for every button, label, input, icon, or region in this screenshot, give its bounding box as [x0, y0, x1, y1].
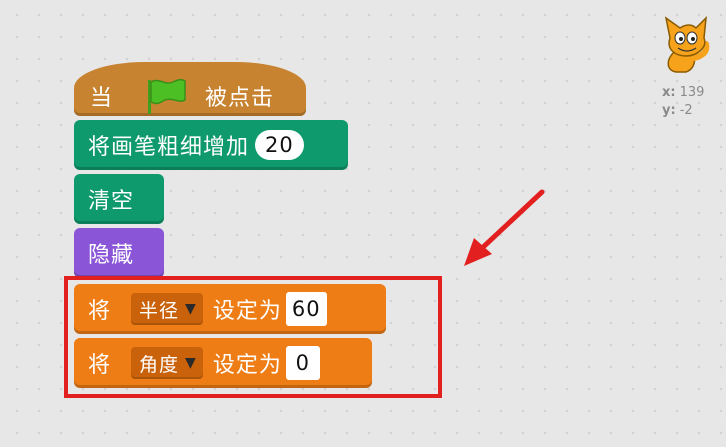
- clear-label: 清空: [88, 189, 135, 214]
- when-label: 当: [90, 86, 114, 111]
- hide-block[interactable]: 隐藏: [74, 228, 164, 278]
- hide-label: 隐藏: [88, 243, 135, 268]
- red-arrow-icon: [464, 189, 545, 266]
- x-label: x:: [662, 85, 676, 100]
- clicked-label: 被点击: [205, 86, 275, 111]
- y-value: -2: [679, 103, 693, 118]
- when-flag-clicked-block[interactable]: 当 被点击: [74, 62, 306, 116]
- green-flag-icon: [145, 76, 187, 116]
- y-label: y:: [662, 103, 676, 118]
- clear-block[interactable]: 清空: [74, 174, 164, 224]
- pen-size-input[interactable]: 20: [255, 130, 304, 160]
- sprite-x-readout: x: 139: [662, 85, 704, 100]
- sprite-y-readout: y: -2: [662, 103, 693, 118]
- highlight-box: [64, 276, 442, 398]
- change-pen-size-block[interactable]: 将画笔粗细增加 20: [74, 120, 348, 170]
- cat-sprite-icon[interactable]: [656, 12, 716, 78]
- change-pen-size-label: 将画笔粗细增加: [88, 135, 250, 160]
- x-value: 139: [679, 85, 705, 100]
